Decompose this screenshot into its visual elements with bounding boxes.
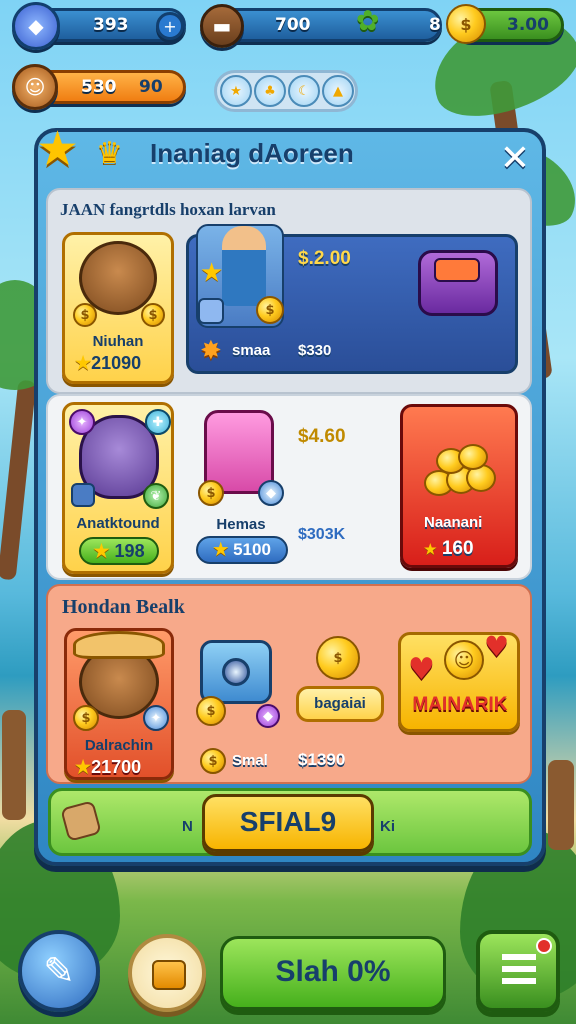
thumb-bonus-icon[interactable]: ▲ <box>322 75 354 107</box>
gem-icon: ◆ <box>256 704 280 728</box>
badge-label-pill[interactable]: bagaiai <box>296 686 384 722</box>
explorer-bear-card[interactable]: $ ✦ Dalrachin ★21700 <box>64 628 174 780</box>
coin-icon: $ <box>256 296 284 324</box>
energy-value: 700 <box>275 15 311 35</box>
section2-price-top: $4.60 <box>298 426 346 447</box>
smiley-icon: ☺ <box>444 640 484 680</box>
star-icon: ★ <box>213 540 229 559</box>
level-value: 90 <box>139 77 163 97</box>
notification-dot-icon <box>536 938 552 954</box>
star-icon: ★ <box>200 258 224 288</box>
menu-list-icon <box>502 954 536 990</box>
coin-icon: $ <box>198 480 224 506</box>
explorer-bear-card-price: ★21700 <box>75 757 141 778</box>
footer-right-label: Ki <box>380 818 395 835</box>
star-icon: ★ <box>75 353 92 373</box>
heart-icon: ♥ <box>408 652 435 687</box>
coin-icon: $ <box>73 705 99 731</box>
gem-icon: ◆ <box>258 480 284 506</box>
lens-icon <box>222 658 250 686</box>
bear-card-price-value: 21090 <box>91 353 142 373</box>
merchant-figure-icon <box>222 226 266 306</box>
otter-card-price-pill: ★ 198 <box>79 537 159 565</box>
section3-heading: Hondan Bealk <box>62 596 185 618</box>
otter-card-name: Anatktound <box>76 515 160 532</box>
menu-button[interactable] <box>476 930 560 1012</box>
section1-heading: JAAN fangrtdls hoxan larvan <box>60 200 276 219</box>
ribbon-icon: ♥ <box>484 630 510 663</box>
play-button[interactable]: Slah 0% <box>220 936 446 1010</box>
star-icon: ★ <box>424 541 437 557</box>
log-icon: ▬ <box>200 4 244 48</box>
special-button[interactable]: SFIAL9 <box>202 794 374 852</box>
xp-value: 530 <box>81 77 117 97</box>
chest-price-pill[interactable]: ★ 5100 <box>196 536 288 564</box>
hat-icon <box>73 631 165 659</box>
bell-bonus-icon[interactable]: ♣ <box>254 75 286 107</box>
otter-card-price: 198 <box>114 541 145 561</box>
badge-medal-icon: $ <box>316 636 360 680</box>
coin-icon: $ <box>73 303 97 327</box>
section3-small-label: Smal <box>232 752 268 769</box>
section3-small-price: $1390 <box>298 750 346 769</box>
shop-bag-button[interactable] <box>128 934 206 1012</box>
coins-card-name: Naanani <box>424 514 483 531</box>
plant-icon: ✿ <box>356 4 380 37</box>
offer-small-label: smaa <box>232 342 271 359</box>
favorite-star-icon[interactable]: ★ <box>36 124 86 174</box>
bear-card-name: Niuhan <box>92 333 144 350</box>
gems-value: 393 <box>93 15 129 35</box>
close-icon[interactable]: ✕ <box>496 140 534 178</box>
coin-pile-icon <box>420 444 498 500</box>
coins-card-price: 160 <box>441 538 474 559</box>
sparkle-icon: ✚ <box>145 409 171 435</box>
coins-value: 3.00 <box>507 15 549 35</box>
coin-icon: $ <box>141 303 165 327</box>
shopping-bag-icon <box>152 960 186 990</box>
bear-card-price: ★21090 <box>75 353 141 374</box>
chest-name: Hemas <box>216 516 266 533</box>
edit-button[interactable]: ✎ <box>18 930 100 1012</box>
banner-text: MAINARIK <box>412 694 508 715</box>
moon-bonus-icon[interactable]: ☾ <box>288 75 320 107</box>
explorer-bear-price-value: 21700 <box>91 757 142 777</box>
section2-price-bottom: $303K <box>298 526 346 543</box>
dialog-title: Inaniag dAoreen <box>150 138 354 168</box>
badge-count: 8 <box>429 15 441 35</box>
leaf-icon: ❦ <box>143 483 169 509</box>
arcade-screen-icon <box>434 258 480 282</box>
chest-price: 5100 <box>233 540 271 559</box>
footer-left-label: N <box>182 818 193 835</box>
add-gems-button[interactable]: + <box>156 12 184 40</box>
badge-icon <box>71 483 95 507</box>
coin-icon: $ <box>196 696 226 726</box>
star-icon: ★ <box>93 541 110 561</box>
coin-icon: $ <box>446 4 486 44</box>
otter-card[interactable]: ✦ ✚ ❦ Anatktound ★ 198 <box>62 402 174 574</box>
trophy-icon: ♛ <box>96 136 123 171</box>
magic-icon: ✦ <box>143 705 169 731</box>
offer-price: $.2.00 <box>298 248 351 269</box>
bear-card[interactable]: $ $ Niuhan ★21090 <box>62 232 174 384</box>
coins-card-price-row: ★ 160 <box>424 538 474 560</box>
pencil-icon: ✎ <box>43 949 75 993</box>
coin-icon: $ <box>200 748 226 774</box>
profile-avatar-icon[interactable]: ☺ <box>12 64 58 110</box>
explorer-bear-card-name: Dalrachin <box>84 737 154 754</box>
star-icon: ★ <box>75 757 92 777</box>
card-icon <box>198 298 224 324</box>
star-bonus-icon[interactable]: ★ <box>220 75 252 107</box>
magic-icon: ✦ <box>69 409 95 435</box>
offer-small-price: $330 <box>298 342 332 359</box>
flower-icon: ✸ <box>200 336 222 366</box>
gem-icon: ◆ <box>12 2 60 50</box>
